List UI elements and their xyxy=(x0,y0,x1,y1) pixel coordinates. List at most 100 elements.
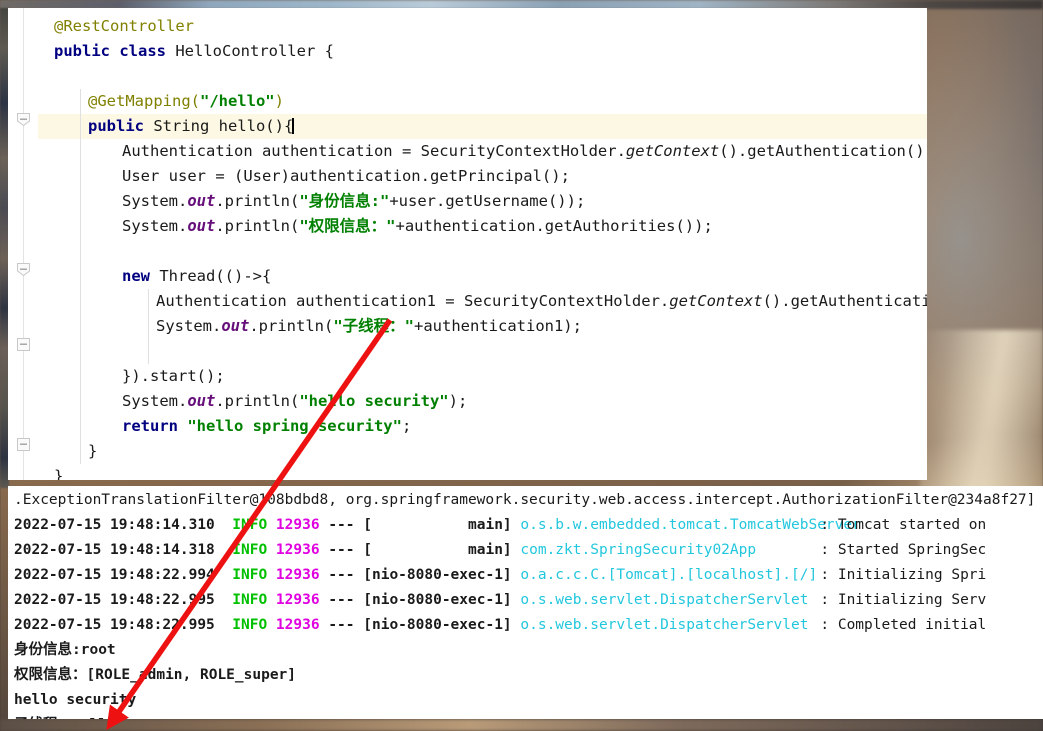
log-separator: --- xyxy=(328,567,355,583)
log-level: INFO xyxy=(232,567,268,583)
code-token-plain: +user.getUsername()); xyxy=(389,192,586,210)
console-stdout-line[interactable]: 权限信息：[ROLE_admin, ROLE_super] xyxy=(14,663,296,688)
console-log-line[interactable]: 2022-07-15 19:48:14.310 INFO 12936 --- [… xyxy=(14,513,986,538)
stdout-text: 权限信息：[ROLE_admin, ROLE_super] xyxy=(14,667,297,683)
code-line[interactable]: System.out.println("身份信息:"+user.getUsern… xyxy=(122,189,585,214)
code-token-plain: ; xyxy=(401,417,412,435)
code-token-plain: .println( xyxy=(249,317,334,335)
log-space xyxy=(267,567,276,583)
code-token-fld: out xyxy=(187,217,216,235)
log-space xyxy=(215,592,232,608)
code-token-anno: ) xyxy=(274,92,284,110)
log-space xyxy=(267,617,276,633)
console-stdout-line[interactable]: 身份信息:root xyxy=(14,638,116,663)
code-token-kw: public xyxy=(88,117,154,135)
code-token-plain: User user = (User)authentication.getPrin… xyxy=(122,167,570,185)
code-line[interactable]: System.out.println("子线程："+authentication… xyxy=(156,314,582,339)
console-log-line[interactable]: 2022-07-15 19:48:22.995 INFO 12936 --- [… xyxy=(14,588,986,613)
code-line[interactable]: public String hello(){ xyxy=(88,114,294,139)
code-line[interactable]: } xyxy=(88,439,97,464)
code-line[interactable]: @RestController xyxy=(54,14,194,39)
log-space xyxy=(512,592,521,608)
log-message: : Started SpringSec xyxy=(820,542,987,558)
log-logger: o.a.c.c.C.[Tomcat].[localhost].[/] xyxy=(520,567,818,583)
log-timestamp: 2022-07-15 19:48:14.310 xyxy=(14,517,215,533)
log-message: .ExceptionTranslationFilter@108bdbd8, or… xyxy=(14,492,1036,508)
run-console-panel[interactable]: .ExceptionTranslationFilter@108bdbd8, or… xyxy=(8,486,1043,719)
code-token-strcn: "身份信息:" xyxy=(299,192,390,210)
console-wrapped-line[interactable]: .ExceptionTranslationFilter@108bdbd8, or… xyxy=(14,488,1035,513)
code-fold-toggle-icon[interactable] xyxy=(16,437,31,452)
log-pid: 12936 xyxy=(275,517,320,533)
log-pid: 12936 xyxy=(275,567,320,583)
log-level: INFO xyxy=(232,517,268,533)
log-space xyxy=(512,617,521,633)
log-logger: o.s.web.servlet.DispatcherServlet xyxy=(520,617,809,633)
code-token-plain: +authentication.getAuthorities()); xyxy=(395,217,713,235)
log-level: INFO xyxy=(232,617,268,633)
code-line[interactable]: new Thread(()->{ xyxy=(122,264,271,289)
log-separator: --- xyxy=(328,592,355,608)
stdout-text: hello security xyxy=(14,692,137,708)
log-logger: o.s.b.w.embedded.tomcat.TomcatWebServer xyxy=(520,517,861,533)
taskbar-strip xyxy=(0,719,1043,731)
log-pid: 12936 xyxy=(275,542,320,558)
stdout-text: 子线程：null xyxy=(14,717,107,719)
code-token-plain: } xyxy=(88,442,98,460)
console-log-line[interactable]: 2022-07-15 19:48:22.995 INFO 12936 --- [… xyxy=(14,613,986,638)
code-token-fld: out xyxy=(187,392,216,410)
code-fold-toggle-icon[interactable] xyxy=(16,337,31,352)
code-fold-toggle-icon[interactable] xyxy=(16,262,31,277)
code-token-plain: ().getAuthentication(); xyxy=(762,292,927,310)
code-line[interactable]: return "hello spring security"; xyxy=(122,414,411,439)
stdout-text: 身份信息:root xyxy=(14,642,116,658)
editor-gutter[interactable] xyxy=(8,8,38,480)
log-space xyxy=(320,617,329,633)
console-stdout-line[interactable]: hello security xyxy=(14,688,136,713)
code-token-str: "hello security" xyxy=(299,392,449,410)
code-token-plain: ); xyxy=(448,392,468,410)
log-level: INFO xyxy=(232,592,268,608)
code-token-anno: @RestController xyxy=(54,17,194,35)
code-token-plain: Authentication authentication = Security… xyxy=(122,142,626,160)
log-space xyxy=(512,542,521,558)
code-line[interactable]: System.out.println("hello security"); xyxy=(122,389,467,414)
console-log-line[interactable]: 2022-07-15 19:48:14.318 INFO 12936 --- [… xyxy=(14,538,986,563)
code-token-plain: String hello(){ xyxy=(153,117,294,135)
code-line[interactable]: Authentication authentication = Security… xyxy=(122,139,927,164)
code-line[interactable]: Authentication authentication1 = Securit… xyxy=(156,289,927,314)
code-line[interactable]: } xyxy=(54,464,63,480)
code-token-plain: System. xyxy=(156,317,222,335)
code-line[interactable]: }).start(); xyxy=(122,364,225,389)
log-space xyxy=(355,617,364,633)
code-editor-panel[interactable]: @RestController public class HelloControl… xyxy=(8,8,927,480)
log-space xyxy=(267,517,276,533)
log-timestamp: 2022-07-15 19:48:14.318 xyxy=(14,542,215,558)
code-line[interactable]: @GetMapping("/hello") xyxy=(88,89,284,114)
code-fold-toggle-icon[interactable] xyxy=(16,112,31,127)
code-line[interactable]: User user = (User)authentication.getPrin… xyxy=(122,164,570,189)
code-token-plain: } xyxy=(54,467,64,480)
log-message: : Initializing Serv xyxy=(820,592,987,608)
log-space xyxy=(512,517,521,533)
log-separator: --- xyxy=(328,617,355,633)
code-line[interactable]: System.out.println("权限信息："+authenticatio… xyxy=(122,214,713,239)
code-line[interactable]: public class HelloController { xyxy=(54,39,334,64)
fold-rail xyxy=(23,8,24,480)
console-log-line[interactable]: 2022-07-15 19:48:22.994 INFO 12936 --- [… xyxy=(14,563,986,588)
code-token-kw: class xyxy=(119,42,176,60)
code-token-plain: .println( xyxy=(215,192,300,210)
code-token-kw: new xyxy=(122,267,160,285)
code-text-area[interactable]: @RestController public class HelloControl… xyxy=(38,8,927,480)
log-space xyxy=(320,567,329,583)
code-token-plain: System. xyxy=(122,217,188,235)
indent-guide-class-body xyxy=(80,89,81,464)
log-message: : Completed initial xyxy=(820,617,987,633)
log-space xyxy=(512,567,521,583)
indent-guide-lambda-body xyxy=(148,289,149,364)
console-stdout-line[interactable]: 子线程：null xyxy=(14,713,107,719)
log-thread: [nio-8080-exec-1] xyxy=(363,592,512,608)
code-token-plain: .println( xyxy=(215,392,300,410)
log-pid: 12936 xyxy=(275,617,320,633)
log-logger: com.zkt.SpringSecurity02App xyxy=(520,542,757,558)
